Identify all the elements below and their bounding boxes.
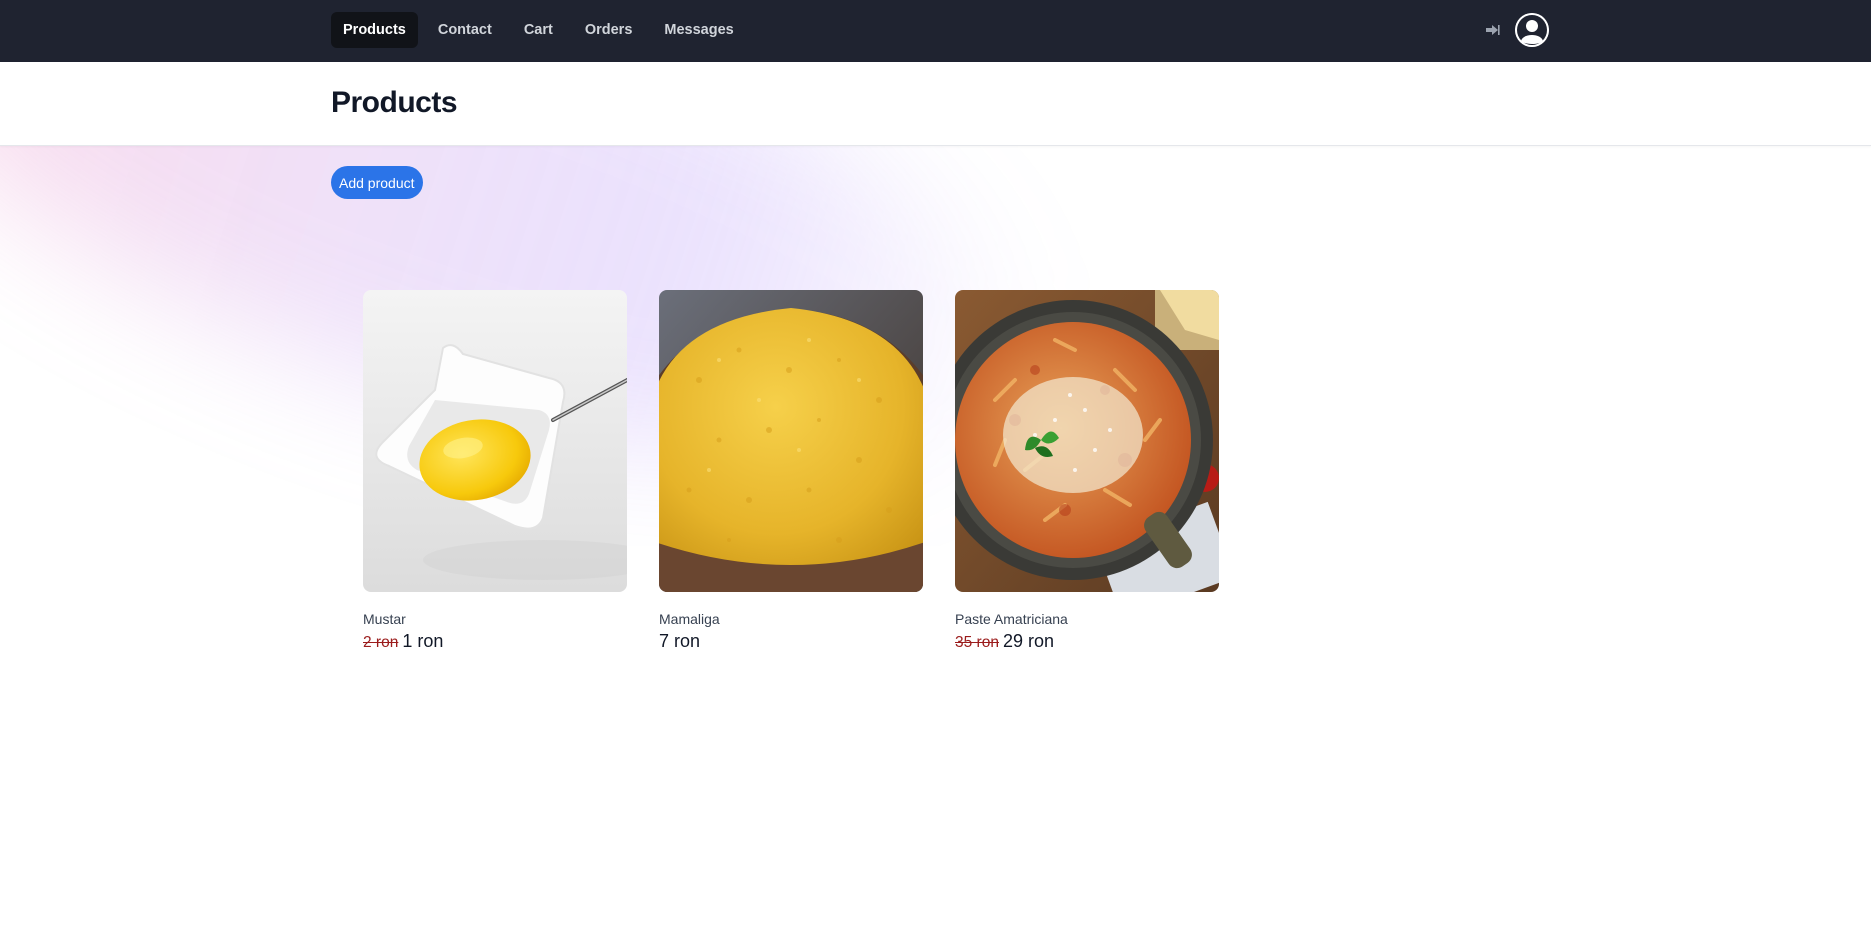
nav-user-area [1483, 13, 1549, 47]
top-navbar: Products Contact Cart Orders Messages [0, 0, 1871, 62]
nav-item-products[interactable]: Products [331, 12, 418, 48]
user-avatar-icon[interactable] [1515, 13, 1549, 47]
product-name[interactable]: Paste Amatriciana [955, 611, 1219, 627]
page-header: Products [0, 62, 1871, 146]
product-price: 7 ron [659, 631, 923, 652]
page-title: Products [331, 86, 458, 119]
current-price: 1 ron [402, 631, 444, 651]
product-card[interactable]: Paste Amatriciana 35 ron 29 ron [955, 290, 1219, 652]
nav-item-messages[interactable]: Messages [652, 12, 745, 48]
product-name[interactable]: Mustar [363, 611, 627, 627]
product-grid: Mustar 2 ron 1 ron Mamaliga 7 ron Paste … [363, 290, 1219, 652]
product-image-mustard[interactable] [363, 290, 627, 592]
product-image-pasta[interactable] [955, 290, 1219, 592]
logout-icon[interactable] [1483, 20, 1503, 40]
product-name[interactable]: Mamaliga [659, 611, 923, 627]
product-price: 2 ron 1 ron [363, 631, 627, 652]
current-price: 29 ron [1002, 631, 1054, 651]
product-price: 35 ron 29 ron [955, 631, 1219, 652]
product-card[interactable]: Mustar 2 ron 1 ron [363, 290, 627, 652]
product-card[interactable]: Mamaliga 7 ron [659, 290, 923, 652]
nav-menu: Products Contact Cart Orders Messages [331, 12, 746, 48]
nav-item-cart[interactable]: Cart [512, 12, 565, 48]
current-price: 7 ron [659, 631, 701, 651]
nav-item-contact[interactable]: Contact [426, 12, 504, 48]
nav-item-orders[interactable]: Orders [573, 12, 645, 48]
add-product-button[interactable]: Add product [331, 166, 423, 199]
product-image-polenta[interactable] [659, 290, 923, 592]
old-price: 35 ron [955, 634, 999, 651]
old-price: 2 ron [363, 634, 399, 651]
